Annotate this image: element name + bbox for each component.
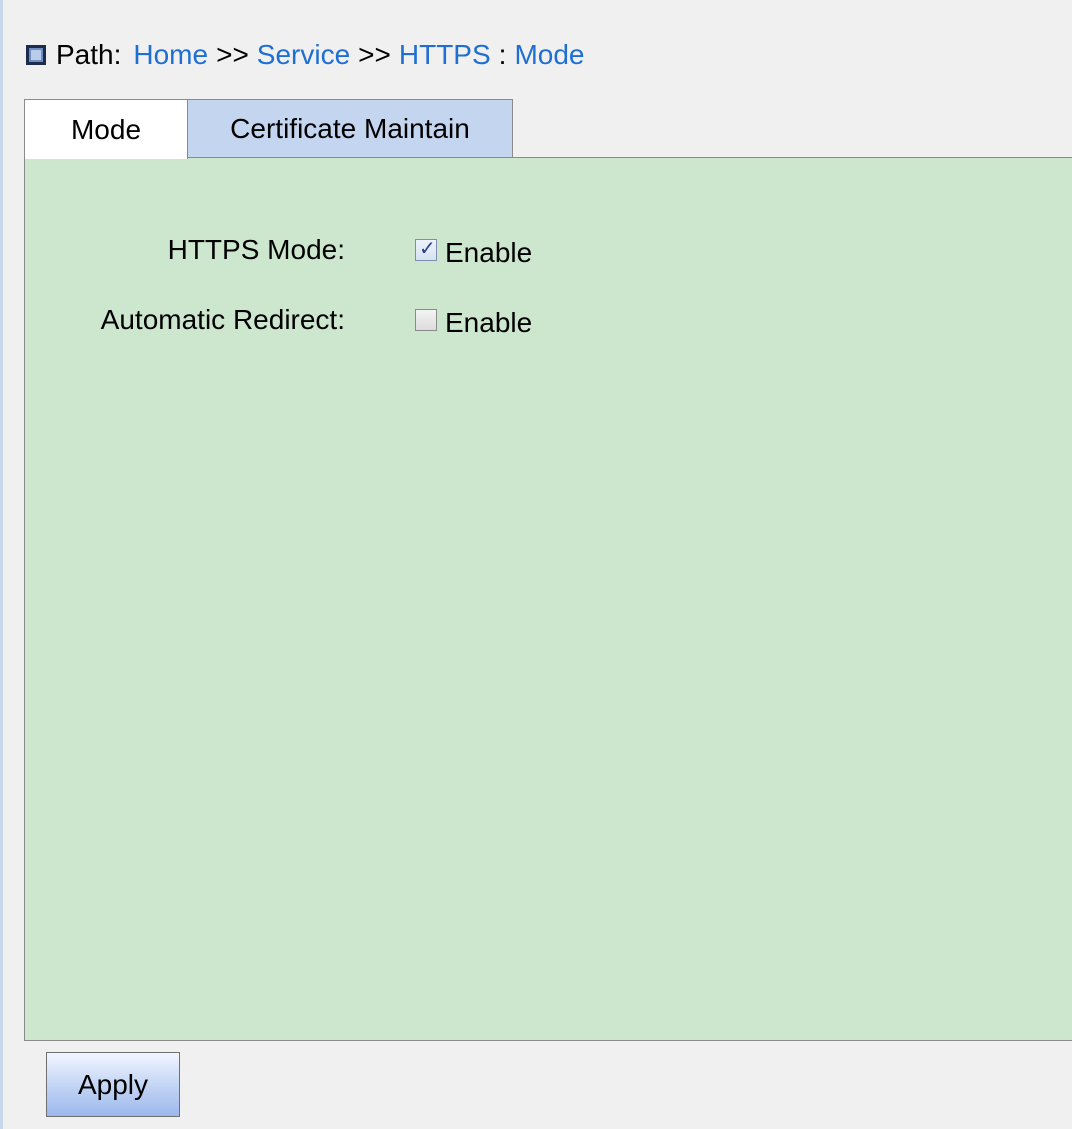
breadcrumb-current-mode[interactable]: Mode	[514, 39, 584, 71]
https-mode-panel: HTTPS Mode: ✓ Enable Automatic Redirect:…	[24, 157, 1072, 1041]
square-bullet-icon	[26, 45, 46, 65]
tab-certificate-maintain-label: Certificate Maintain	[230, 112, 470, 144]
https-mode-enable-option[interactable]: ✓ Enable	[415, 231, 532, 269]
https-mode-enable-label: Enable	[445, 237, 533, 268]
breadcrumb: Path: Home >> Service >> HTTPS : Mode	[26, 33, 584, 77]
automatic-redirect-enable-option[interactable]: Enable	[415, 301, 532, 339]
breadcrumb-https-link[interactable]: HTTPS	[399, 39, 491, 71]
breadcrumb-label: Path:	[56, 39, 122, 70]
https-mode-label: HTTPS Mode:	[167, 234, 345, 265]
automatic-redirect-enable-label: Enable	[445, 307, 533, 338]
breadcrumb-home-link[interactable]: Home	[133, 39, 208, 71]
https-mode-checkbox[interactable]: ✓	[415, 238, 437, 261]
automatic-redirect-label: Automatic Redirect:	[100, 304, 345, 335]
automatic-redirect-row: Automatic Redirect: Enable	[25, 300, 533, 340]
frame-left-border	[0, 0, 3, 1129]
breadcrumb-separator: >>	[358, 39, 391, 70]
apply-button[interactable]: Apply	[46, 1052, 180, 1117]
https-mode-row: HTTPS Mode: ✓ Enable	[25, 230, 533, 270]
tab-mode-label: Mode	[70, 113, 142, 145]
breadcrumb-service-link[interactable]: Service	[257, 39, 350, 71]
breadcrumb-colon: :	[498, 39, 507, 70]
checkmark-icon: ✓	[419, 238, 436, 260]
tab-certificate-maintain[interactable]: Certificate Maintain	[187, 99, 513, 157]
automatic-redirect-checkbox[interactable]	[415, 309, 437, 331]
tab-mode[interactable]: Mode	[24, 99, 188, 159]
breadcrumb-separator: >>	[216, 39, 249, 70]
